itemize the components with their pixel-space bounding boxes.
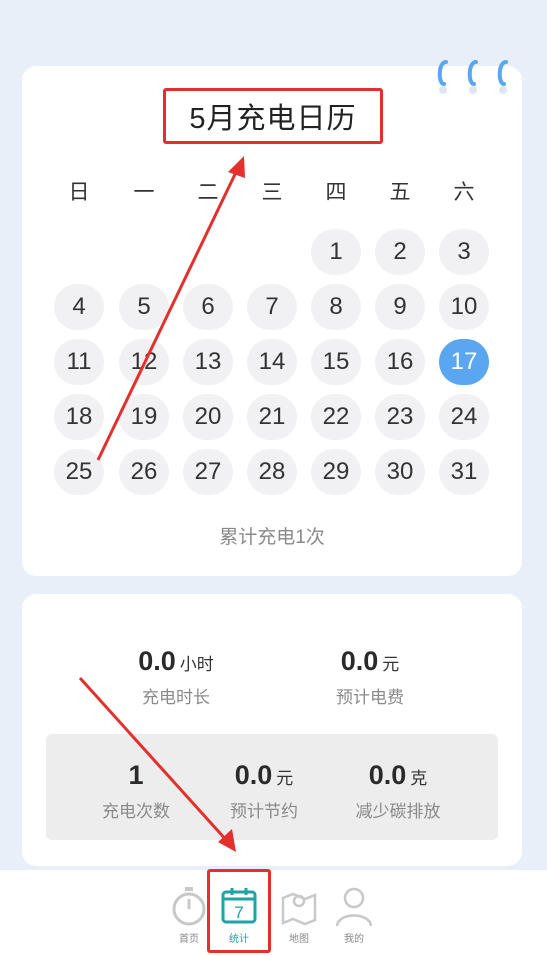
calendar-day[interactable]: 6: [183, 284, 233, 330]
calendar-day[interactable]: 8: [311, 284, 361, 330]
calendar-day[interactable]: 30: [375, 449, 425, 495]
calendar-day[interactable]: 3: [439, 229, 489, 275]
charge-summary: 累计充电1次: [219, 527, 325, 548]
stat-fee-label: 预计电费: [336, 688, 404, 707]
stat-duration: 0.0 小时 充电时长: [86, 646, 266, 708]
annotation-tab-highlight: [207, 869, 271, 953]
map-icon: [281, 892, 317, 926]
calendar-day[interactable]: 7: [247, 284, 297, 330]
calendar-day[interactable]: 23: [375, 394, 425, 440]
stat-savings-unit: 元: [276, 769, 294, 788]
tab-map[interactable]: 地图: [276, 884, 322, 945]
calendar-title: 5月充电日历: [163, 88, 383, 144]
calendar-day[interactable]: 28: [247, 449, 297, 495]
calendar-day[interactable]: 24: [439, 394, 489, 440]
calendar-day[interactable]: 4: [54, 284, 104, 330]
stat-fee: 0.0 元 预计电费: [280, 646, 460, 708]
stat-duration-label: 充电时长: [142, 688, 210, 707]
weekday-thu: 四: [325, 181, 347, 204]
calendar-day[interactable]: 5: [119, 284, 169, 330]
stat-savings-value: 0.0: [234, 760, 273, 790]
calendar-day[interactable]: 31: [439, 449, 489, 495]
calendar-day[interactable]: 15: [311, 339, 361, 385]
calendar-day[interactable]: 11: [54, 339, 104, 385]
binder-rings: [430, 58, 516, 102]
stat-carbon: 0.0 克 减少碳排放: [308, 760, 488, 822]
tab-home-label: 首页: [179, 934, 199, 945]
stat-carbon-value: 0.0: [368, 760, 407, 790]
calendar-day[interactable]: 20: [183, 394, 233, 440]
calendar-day[interactable]: 1: [311, 229, 361, 275]
tab-map-label: 地图: [289, 934, 309, 945]
weekday-sat: 六: [453, 181, 475, 204]
calendar-day[interactable]: 12: [119, 339, 169, 385]
weekday-sun: 日: [68, 181, 90, 204]
stat-carbon-unit: 克: [410, 769, 428, 788]
calendar-day-today[interactable]: 17: [439, 339, 489, 385]
weekday-tue: 二: [197, 181, 219, 204]
binder-ring-icon: [437, 60, 448, 94]
calendar-day[interactable]: 2: [375, 229, 425, 275]
bottom-tab-bar: 首页 7 统计 地图 我的: [0, 870, 547, 956]
calendar-day[interactable]: 21: [247, 394, 297, 440]
tab-home[interactable]: 首页: [166, 884, 212, 945]
stat-fee-unit: 元: [382, 655, 400, 674]
calendar-day[interactable]: 29: [311, 449, 361, 495]
calendar-title-text: 5月充电日历: [189, 103, 357, 135]
weekday-mon: 一: [133, 181, 155, 204]
calendar-day[interactable]: 9: [375, 284, 425, 330]
calendar-day[interactable]: 22: [311, 394, 361, 440]
weekday-fri: 五: [389, 181, 411, 204]
stat-fee-value: 0.0: [340, 646, 379, 676]
calendar-day[interactable]: 25: [54, 449, 104, 495]
calendar-day[interactable]: 19: [119, 394, 169, 440]
stat-carbon-label: 减少碳排放: [355, 802, 441, 821]
calendar-day[interactable]: 10: [439, 284, 489, 330]
tab-profile[interactable]: 我的: [331, 884, 377, 945]
stat-duration-value: 0.0: [138, 646, 176, 676]
calendar-day[interactable]: 16: [375, 339, 425, 385]
weekday-wed: 三: [261, 181, 283, 204]
stat-duration-unit: 小时: [179, 655, 214, 674]
binder-ring-icon: [467, 60, 478, 94]
calendar-day[interactable]: 13: [183, 339, 233, 385]
stopwatch-icon: [172, 887, 206, 926]
stat-count-value: 1: [128, 760, 144, 790]
calendar-day[interactable]: 18: [54, 394, 104, 440]
calendar-day[interactable]: 26: [119, 449, 169, 495]
binder-ring-icon: [497, 60, 508, 94]
tab-profile-label: 我的: [344, 934, 364, 945]
calendar-day[interactable]: 27: [183, 449, 233, 495]
calendar-day[interactable]: 14: [247, 339, 297, 385]
person-icon: [335, 887, 373, 927]
